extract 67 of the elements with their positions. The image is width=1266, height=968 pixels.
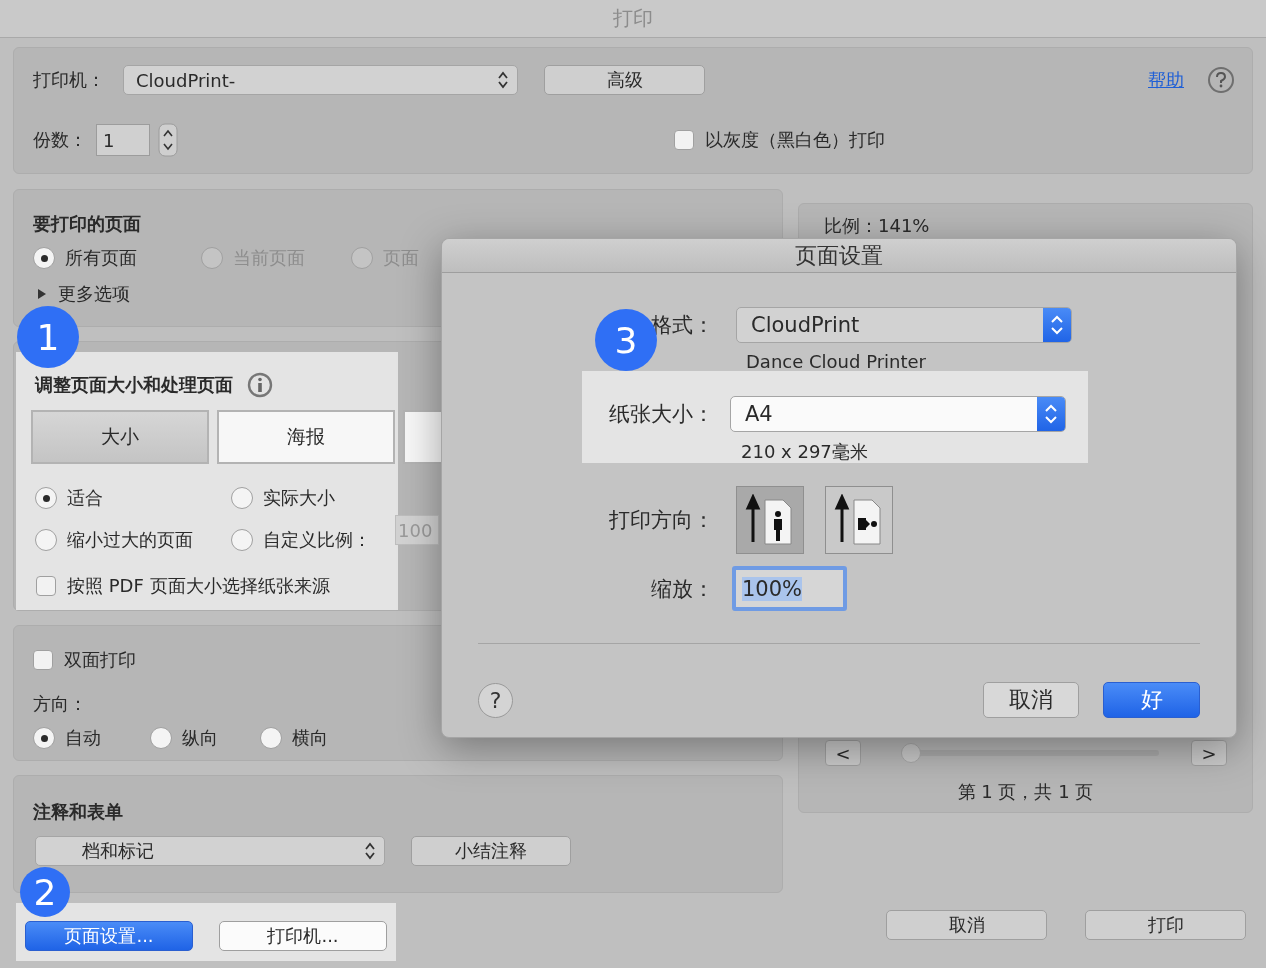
print-button[interactable]: 打印 bbox=[1085, 910, 1246, 940]
paper-size-description: 210 x 297毫米 bbox=[740, 440, 869, 464]
scale-field[interactable]: 100% bbox=[732, 566, 847, 611]
radio-button[interactable] bbox=[33, 247, 55, 269]
ok-button[interactable]: 好 bbox=[1103, 682, 1200, 718]
segment-tab[interactable]: 海报 bbox=[217, 410, 395, 464]
section-title: 调整页面大小和处理页面 bbox=[35, 373, 233, 397]
section-title: 注释和表单 bbox=[33, 800, 123, 824]
chevron-updown-icon bbox=[1037, 397, 1065, 431]
cancel-button[interactable]: 取消 bbox=[983, 682, 1079, 718]
checkbox-label: 双面打印 bbox=[64, 648, 136, 672]
radio-label: 自定义比例： bbox=[263, 528, 371, 552]
orientation-button[interactable] bbox=[736, 486, 804, 554]
disclosure-triangle-icon[interactable] bbox=[36, 288, 48, 300]
radio-label: 缩小过大的页面 bbox=[67, 528, 193, 552]
radio-button[interactable] bbox=[150, 727, 172, 749]
page-setup-button[interactable]: 页面设置... bbox=[25, 921, 193, 951]
checkbox[interactable] bbox=[36, 576, 56, 596]
radio-label: 实际大小 bbox=[263, 486, 335, 510]
help-button[interactable]: ? bbox=[478, 682, 513, 718]
segment-tab[interactable]: 大小 bbox=[31, 410, 209, 464]
stepper-icon[interactable] bbox=[158, 123, 178, 157]
radio-label: 自动 bbox=[65, 726, 101, 750]
printer-label: 打印机： bbox=[33, 68, 106, 92]
copies-label: 份数： bbox=[33, 128, 88, 152]
checkbox-label: 按照 PDF 页面大小选择纸张来源 bbox=[67, 574, 330, 598]
radio-label: 适合 bbox=[67, 486, 103, 510]
info-icon[interactable] bbox=[247, 372, 273, 398]
cancel-button[interactable]: 取消 bbox=[886, 910, 1047, 940]
chevron-updown-icon bbox=[364, 841, 376, 861]
scale-label: 比例：141% bbox=[824, 214, 931, 238]
chevron-updown-icon bbox=[1043, 308, 1071, 342]
copies-field[interactable]: 1 bbox=[96, 124, 150, 156]
next-page-button[interactable]: > bbox=[1191, 740, 1227, 766]
radio-button[interactable] bbox=[33, 727, 55, 749]
chevron-updown-icon bbox=[497, 70, 509, 90]
orientation-label: 打印方向： bbox=[609, 507, 714, 534]
advanced-button[interactable]: 高级 bbox=[544, 65, 705, 95]
checkbox[interactable] bbox=[33, 650, 53, 670]
radio-label: 横向 bbox=[292, 726, 328, 750]
paper-size-select[interactable]: A4 bbox=[730, 396, 1066, 432]
orientation-button[interactable] bbox=[825, 486, 893, 554]
help-icon[interactable] bbox=[1208, 67, 1234, 93]
radio-button[interactable] bbox=[260, 727, 282, 749]
annotations-select[interactable]: 档和标记 bbox=[35, 836, 385, 866]
checkbox-label: 以灰度（黑白色）打印 bbox=[705, 128, 885, 152]
scale-label: 缩放： bbox=[651, 575, 714, 603]
summarize-button[interactable]: 小结注释 bbox=[411, 836, 571, 866]
section-title: 要打印的页面 bbox=[33, 212, 141, 236]
radio-label: 所有页面 bbox=[65, 246, 137, 270]
page-info: 第 1 页，共 1 页 bbox=[957, 780, 1094, 804]
page-slider[interactable] bbox=[901, 742, 1159, 764]
orientation-label: 方向： bbox=[33, 692, 87, 716]
previous-page-button[interactable]: < bbox=[825, 740, 861, 766]
format-description: Dance Cloud Printer bbox=[745, 350, 927, 372]
landscape-page-icon bbox=[834, 494, 884, 546]
portrait-page-icon bbox=[745, 494, 795, 546]
slider-thumb[interactable] bbox=[901, 743, 921, 763]
dialog-title: 页面设置 bbox=[795, 241, 883, 270]
printer-select[interactable]: CloudPrint- bbox=[123, 65, 518, 95]
paper-size-label: 纸张大小： bbox=[609, 401, 714, 428]
printer-button[interactable]: 打印机... bbox=[219, 921, 387, 951]
more-options-label: 更多选项 bbox=[58, 282, 130, 306]
checkbox[interactable] bbox=[674, 130, 694, 150]
radio-label: 纵向 bbox=[182, 726, 218, 750]
window-title: 打印 bbox=[613, 5, 653, 32]
format-select[interactable]: CloudPrint bbox=[736, 307, 1072, 343]
